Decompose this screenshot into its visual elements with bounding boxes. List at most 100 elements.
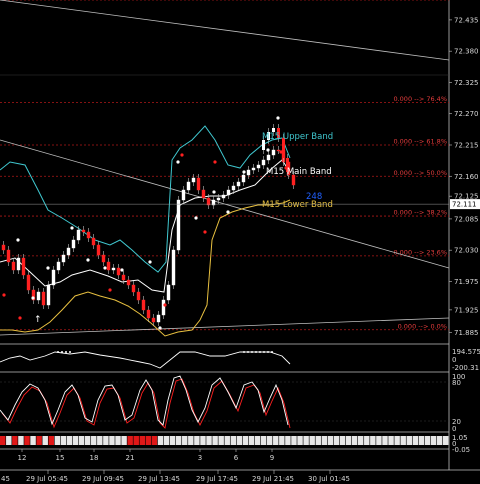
strip-segment [188,436,194,445]
candle-body [221,194,226,199]
strip-segment [364,436,370,445]
candle-body [241,174,246,183]
cci-zero-label: 0 [452,356,456,364]
strip-segment [139,436,146,445]
strip-segment [78,436,85,445]
strip-segment [200,436,206,445]
cci-dot [271,351,273,353]
strip-segment [72,436,79,445]
cci-dot [251,351,253,353]
strip-segment [333,436,340,445]
signal-dot [70,226,74,230]
signal-dot [163,303,167,307]
cci-panel: 194.5750-200.31 [0,348,480,372]
strip-segment [394,436,400,445]
strip-segment [248,436,255,445]
upper-band-label: M15 Upper Band [262,132,333,142]
strip-segment [309,436,315,445]
strip-segment [266,436,273,445]
strip-segment [418,436,425,445]
strip-segment [285,436,291,445]
chart-canvas[interactable]: 0.000 --> 100.0% 0.000 --> 76.4% 0.000 -->… [0,0,480,484]
grid [0,0,480,471]
strip-segment [412,436,419,445]
fib-label: 0.000 --> 61.8% [393,137,447,145]
date-label: 29 Jul 09:45 [82,475,124,483]
price-label: 72.270 [454,110,479,118]
candle-body [61,254,66,263]
candle-body [231,185,236,191]
strip-segment [236,436,243,445]
signal-dot [120,268,124,272]
candle-body [46,284,51,306]
candle-body [16,257,21,271]
strip-segment [127,436,133,445]
trend-line [0,317,450,336]
trend-lines [0,0,450,336]
strip-segment [400,436,406,445]
signal-dot [86,258,90,262]
strip-segment [97,436,103,445]
strip-segment [303,436,309,445]
signal-dot [16,238,20,242]
strip-segment [279,436,285,445]
candle-body [146,309,151,319]
signal-dot [180,153,184,157]
strip-segment [133,436,139,445]
signal-dot [2,293,6,297]
signal-dot [213,160,217,164]
upper-band-line [0,125,291,273]
strip-segment [212,436,218,445]
strip-segment [151,436,158,445]
cci-dot [247,351,249,353]
strip-segment [121,436,127,445]
time-label: 3 [198,454,202,462]
candle-body [226,189,231,196]
date-label: 29 Jul 21:45 [252,475,294,483]
cci-dot [259,351,261,353]
candle-body [151,317,156,323]
candle-body [51,269,56,286]
strip-segment [194,436,200,445]
fib-label: 0.000 --> 0.0% [398,322,447,330]
date-label: 29 Jul 17:45 [196,475,238,483]
strip-segment [91,436,97,445]
date-label: 29 Jul 13:45 [138,475,180,483]
time-label: 12 [18,454,27,462]
time-label: 18 [90,454,99,462]
cci-line [0,351,291,369]
candle-body [86,231,91,239]
candle-body [101,254,106,263]
strip-segment [442,436,449,445]
strip-segment [30,436,36,445]
signal-dot [18,316,22,320]
strip-segment [182,436,188,445]
current-price-label: 72.111 [452,201,477,209]
candle-body [131,284,136,293]
cci-low-label: -200.31 [452,364,479,372]
strip-segment [382,436,388,445]
strip-segment [157,436,164,445]
candle-body [71,239,76,249]
overlay-labels: M15 Upper BandM15 Main BandM15 Lower Ban… [262,132,333,210]
marker-value: 248 [306,192,322,202]
candle-body [56,261,61,271]
signal-dot [46,266,50,270]
lower-band-line [0,199,291,337]
strip-segment [260,436,267,445]
trading-chart[interactable]: 0.000 --> 100.0% 0.000 --> 76.4% 0.000 -->… [0,0,480,484]
time-label: 9 [270,454,274,462]
strip-segment [357,436,364,445]
signal-dot [226,210,230,214]
candle-body [91,237,96,246]
price-label: 72.215 [454,141,479,149]
trend-line [0,0,450,61]
candle-body [1,244,6,251]
strip-label: -0.05 [452,446,470,454]
price-label: 71.885 [454,329,479,337]
strip-segment [115,436,121,445]
cci-dot [267,351,269,353]
candle-body [126,279,131,286]
price-label: 72.030 [454,247,479,255]
fibonacci-levels: 0.000 --> 100.0% 0.000 --> 76.4% 0.000 -->… [0,0,449,330]
